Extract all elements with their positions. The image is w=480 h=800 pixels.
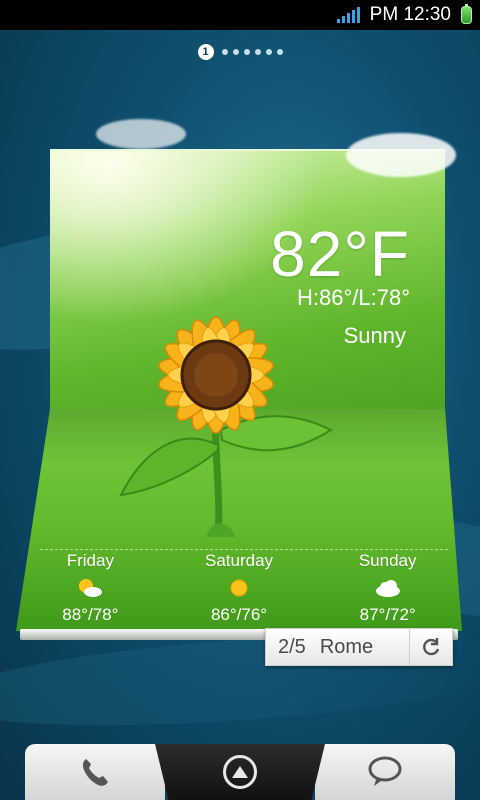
- city-selector[interactable]: 2/5 Rome: [265, 628, 453, 666]
- page-indicator-dot[interactable]: [265, 49, 272, 55]
- sunflower-head: [158, 316, 274, 434]
- app-drawer-button[interactable]: [155, 744, 325, 800]
- weather-widget[interactable]: 82°F H:86°/L:78° Sunny Friday 88°/78° Sa…: [16, 119, 462, 640]
- status-time: PM 12:30: [369, 4, 451, 25]
- cloud-decoration: [346, 133, 456, 177]
- status-bar: PM 12:30: [0, 0, 480, 30]
- page-indicator-dot[interactable]: [254, 49, 261, 55]
- home-page-indicator[interactable]: 1: [0, 44, 480, 60]
- app-drawer-up-icon[interactable]: [223, 755, 257, 789]
- forecast-temps: 88°/78°: [62, 605, 119, 624]
- city-name[interactable]: Rome: [306, 636, 409, 659]
- speech-bubble-icon[interactable]: [365, 752, 405, 792]
- city-index: 2/5: [278, 635, 306, 658]
- battery-icon: [461, 4, 472, 24]
- forecast-day-name: Saturday: [204, 551, 274, 570]
- forecast-day: Friday 88°/78°: [16, 551, 165, 625]
- dock: [0, 744, 480, 800]
- forecast-day-name: Sunday: [358, 551, 417, 570]
- forecast-temps: 86°/76°: [210, 605, 268, 624]
- page-indicator-dot[interactable]: [276, 49, 283, 55]
- cloudy-icon: [313, 577, 462, 601]
- page-indicator-dot[interactable]: [221, 49, 228, 55]
- cloud-decoration: [96, 119, 186, 149]
- refresh-icon[interactable]: [409, 629, 452, 665]
- weather-condition: Sunny: [343, 323, 406, 348]
- forecast-day-name: Friday: [66, 551, 114, 570]
- forecast-day: Saturday 86°/76°: [165, 551, 314, 625]
- page-indicator-dot[interactable]: [243, 49, 250, 55]
- page-indicator-dot[interactable]: [232, 49, 239, 55]
- current-temperature: 82°F: [270, 218, 410, 290]
- fold-divider: [40, 549, 448, 550]
- high-low-temperature: H:86°/L:78°: [297, 285, 410, 310]
- page-indicator-active[interactable]: 1: [197, 44, 214, 60]
- sunny-icon: [165, 577, 314, 601]
- forecast-row: Friday 88°/78° Saturday 86°/76° Sunday 8…: [16, 551, 462, 625]
- forecast-temps: 87°/72°: [359, 605, 416, 624]
- partly-sunny-icon: [16, 577, 165, 601]
- phone-icon[interactable]: [75, 752, 115, 792]
- signal-bars-icon: [336, 7, 360, 23]
- forecast-day: Sunday 87°/72°: [313, 551, 462, 625]
